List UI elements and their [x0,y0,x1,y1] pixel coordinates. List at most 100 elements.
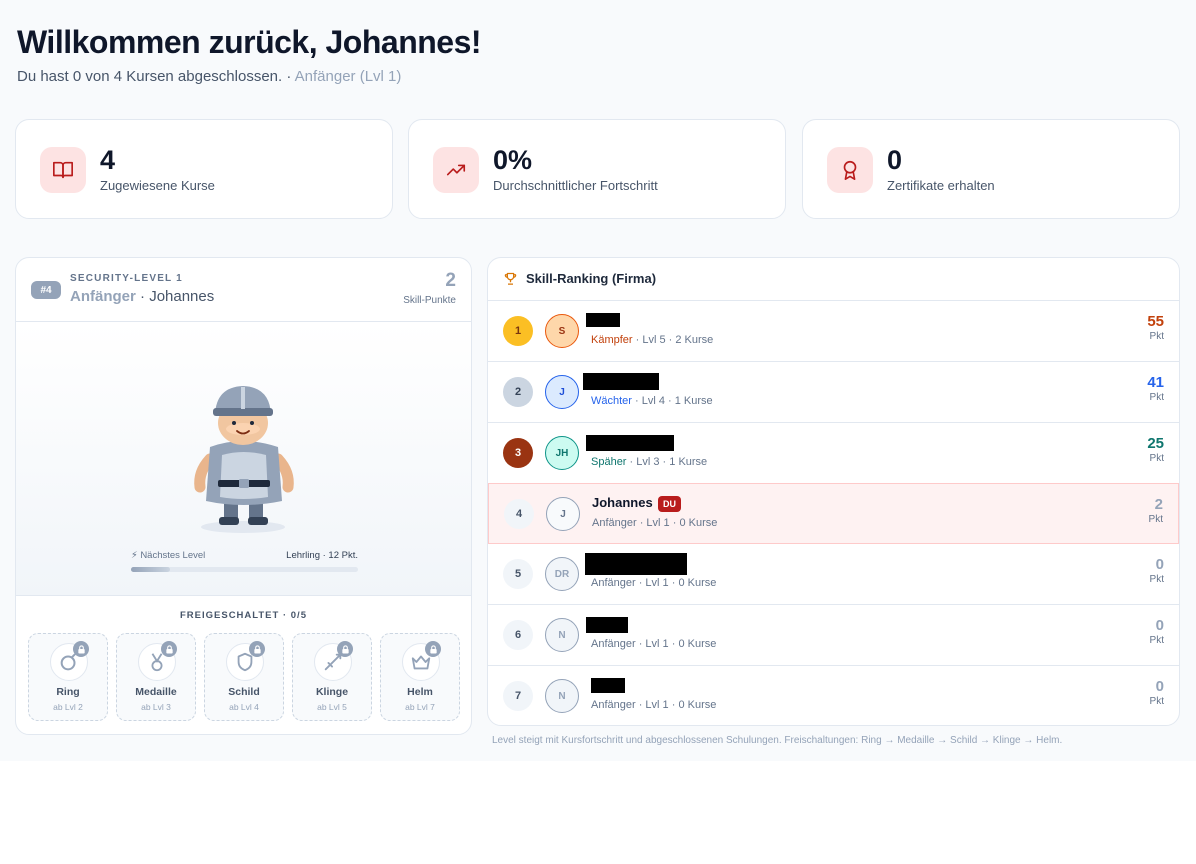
ranking-row[interactable]: 6 N Anfänger · Lvl 1 · 0 Kurse 0 Pkt [488,605,1179,666]
unlock-item-helmet[interactable]: Helm ab Lvl 7 [380,633,460,721]
ranking-points: 0 Pkt [1149,617,1164,646]
unlock-items: Ring ab Lvl 2 Medaille ab Lvl 3 Schild a… [28,633,461,721]
skill-points-value: 2 [445,270,456,291]
profile-card: #4 SECURITY-LEVEL 1 Anfänger · Johannes … [15,257,472,735]
stat-value: 4 [100,145,116,175]
stat-value: 0 [887,145,903,175]
lock-icon [73,641,89,657]
avatar: JH [545,436,579,470]
ranking-name: Johannes [592,495,653,510]
stat-card-certificates: 0 Zertifikate erhalten [802,119,1180,219]
ranking-card: Skill-Ranking (Firma) 1 S Kämpfer · Lvl … [487,257,1180,726]
ranking-header: Skill-Ranking (Firma) [488,258,1179,301]
avatar: J [545,375,579,409]
unlock-item-name: Klinge [315,686,349,698]
bolt-icon: ⚡︎ [131,550,138,561]
ranking-row[interactable]: 3 JH Späher · Lvl 3 · 1 Kurse 25 Pkt [488,423,1179,484]
security-level-label: SECURITY-LEVEL 1 [70,273,183,284]
stat-card-progress: 0% Durchschnittlicher Fortschritt [408,119,786,219]
rank-position: 1 [503,316,533,346]
unlock-item-blade[interactable]: Klinge ab Lvl 5 [292,633,372,721]
ranking-points: 55 Pkt [1147,313,1164,342]
lock-icon [425,641,441,657]
rank-position: 6 [503,620,533,650]
you-badge: DU [658,496,681,512]
avatar: DR [545,557,579,591]
ranking-title: Skill-Ranking (Firma) [526,271,657,286]
dashboard: Willkommen zurück, Johannes! Du hast 0 v… [0,0,1196,761]
footnote: Level steigt mit Kursfortschritt und abg… [492,735,1063,746]
unlock-item-shield[interactable]: Schild ab Lvl 4 [204,633,284,721]
lock-icon [249,641,265,657]
unlock-item-name: Ring [56,686,80,698]
unlock-item-ring[interactable]: Ring ab Lvl 2 [28,633,108,721]
unlock-item-name: Schild [228,686,260,698]
ranking-row-current-user[interactable]: 4 J Johannes DU Anfänger · Lvl 1 · 0 Kur… [488,483,1179,544]
unlock-item-name: Medaille [135,686,177,698]
ranking-points: 2 Pkt [1148,496,1163,525]
ranking-meta: Anfänger · Lvl 1 · 0 Kurse [592,517,718,529]
unlock-item-requirement: ab Lvl 3 [141,702,171,712]
redacted-name [583,373,659,390]
ranking-row[interactable]: 2 J Wächter · Lvl 4 · 1 Kurse 41 Pkt [488,362,1179,423]
redacted-name [591,678,625,693]
redacted-name [586,435,674,451]
unlocked-label: FREIGESCHALTET · 0/5 [180,610,307,621]
page-title: Willkommen zurück, Johannes! [17,24,482,60]
level-progress-bar [131,567,358,572]
ranking-meta: Anfänger · Lvl 1 · 0 Kurse [591,699,717,711]
avatar: N [545,679,579,713]
unlock-item-requirement: ab Lvl 4 [229,702,259,712]
next-level-label: Nächstes Level [140,550,206,561]
skill-points: 2 Skill-Punkte [403,270,456,306]
lock-icon [337,641,353,657]
redacted-name [586,313,620,327]
ranking-meta: Anfänger · Lvl 1 · 0 Kurse [591,577,717,589]
ranking-points: 25 Pkt [1147,435,1164,464]
ranking-row[interactable]: 7 N Anfänger · Lvl 1 · 0 Kurse 0 Pkt [488,666,1179,725]
ranking-points: 0 Pkt [1149,556,1164,585]
page-subtitle: Du hast 0 von 4 Kursen abgeschlossen. · … [17,68,402,85]
stat-label: Durchschnittlicher Fortschritt [493,178,658,193]
unlock-item-name: Helm [407,686,433,698]
level-progress-fill [131,567,170,572]
trending-up-icon [433,147,479,193]
knight-avatar [194,386,294,533]
profile-name: Anfänger · Johannes [70,288,215,305]
rank-position: 2 [503,377,533,407]
next-level-row: ⚡︎ Nächstes Level Lehrling · 12 Pkt. [131,550,358,561]
stat-label: Zugewiesene Kurse [100,178,215,193]
rank-position: 5 [503,559,533,589]
rank-position: 7 [503,681,533,711]
ranking-row[interactable]: 5 DR Anfänger · Lvl 1 · 0 Kurse 0 Pkt [488,544,1179,605]
ranking-meta: Späher · Lvl 3 · 1 Kurse [591,456,708,468]
unlock-item-medal[interactable]: Medaille ab Lvl 3 [116,633,196,721]
stat-label: Zertifikate erhalten [887,178,995,193]
redacted-name [586,617,628,633]
ranking-row[interactable]: 1 S Kämpfer · Lvl 5 · 2 Kurse 55 Pkt [488,301,1179,362]
rank-position: 4 [504,499,534,529]
avatar: J [546,497,580,531]
unlock-item-requirement: ab Lvl 7 [405,702,435,712]
award-icon [827,147,873,193]
redacted-name [585,553,687,575]
avatar-stage: ⚡︎ Nächstes Level Lehrling · 12 Pkt. [16,322,471,596]
rank-badge: #4 [31,281,61,299]
ranking-meta: Kämpfer · Lvl 5 · 2 Kurse [591,334,714,346]
ranking-points: 41 Pkt [1147,374,1164,403]
skill-points-label: Skill-Punkte [403,295,456,306]
next-level-value: Lehrling · 12 Pkt. [286,550,358,561]
lock-icon [161,641,177,657]
avatar: N [545,618,579,652]
rank-position: 3 [503,438,533,468]
avatar: S [545,314,579,348]
ranking-points: 0 Pkt [1149,678,1164,707]
level-text: Anfänger (Lvl 1) [294,68,402,85]
stat-card-courses: 4 Zugewiesene Kurse [15,119,393,219]
unlock-item-requirement: ab Lvl 2 [53,702,83,712]
unlock-item-requirement: ab Lvl 5 [317,702,347,712]
trophy-icon [504,272,517,285]
ranking-meta: Wächter · Lvl 4 · 1 Kurse [591,395,713,407]
profile-header: #4 SECURITY-LEVEL 1 Anfänger · Johannes … [16,258,471,322]
ranking-meta: Anfänger · Lvl 1 · 0 Kurse [591,638,717,650]
